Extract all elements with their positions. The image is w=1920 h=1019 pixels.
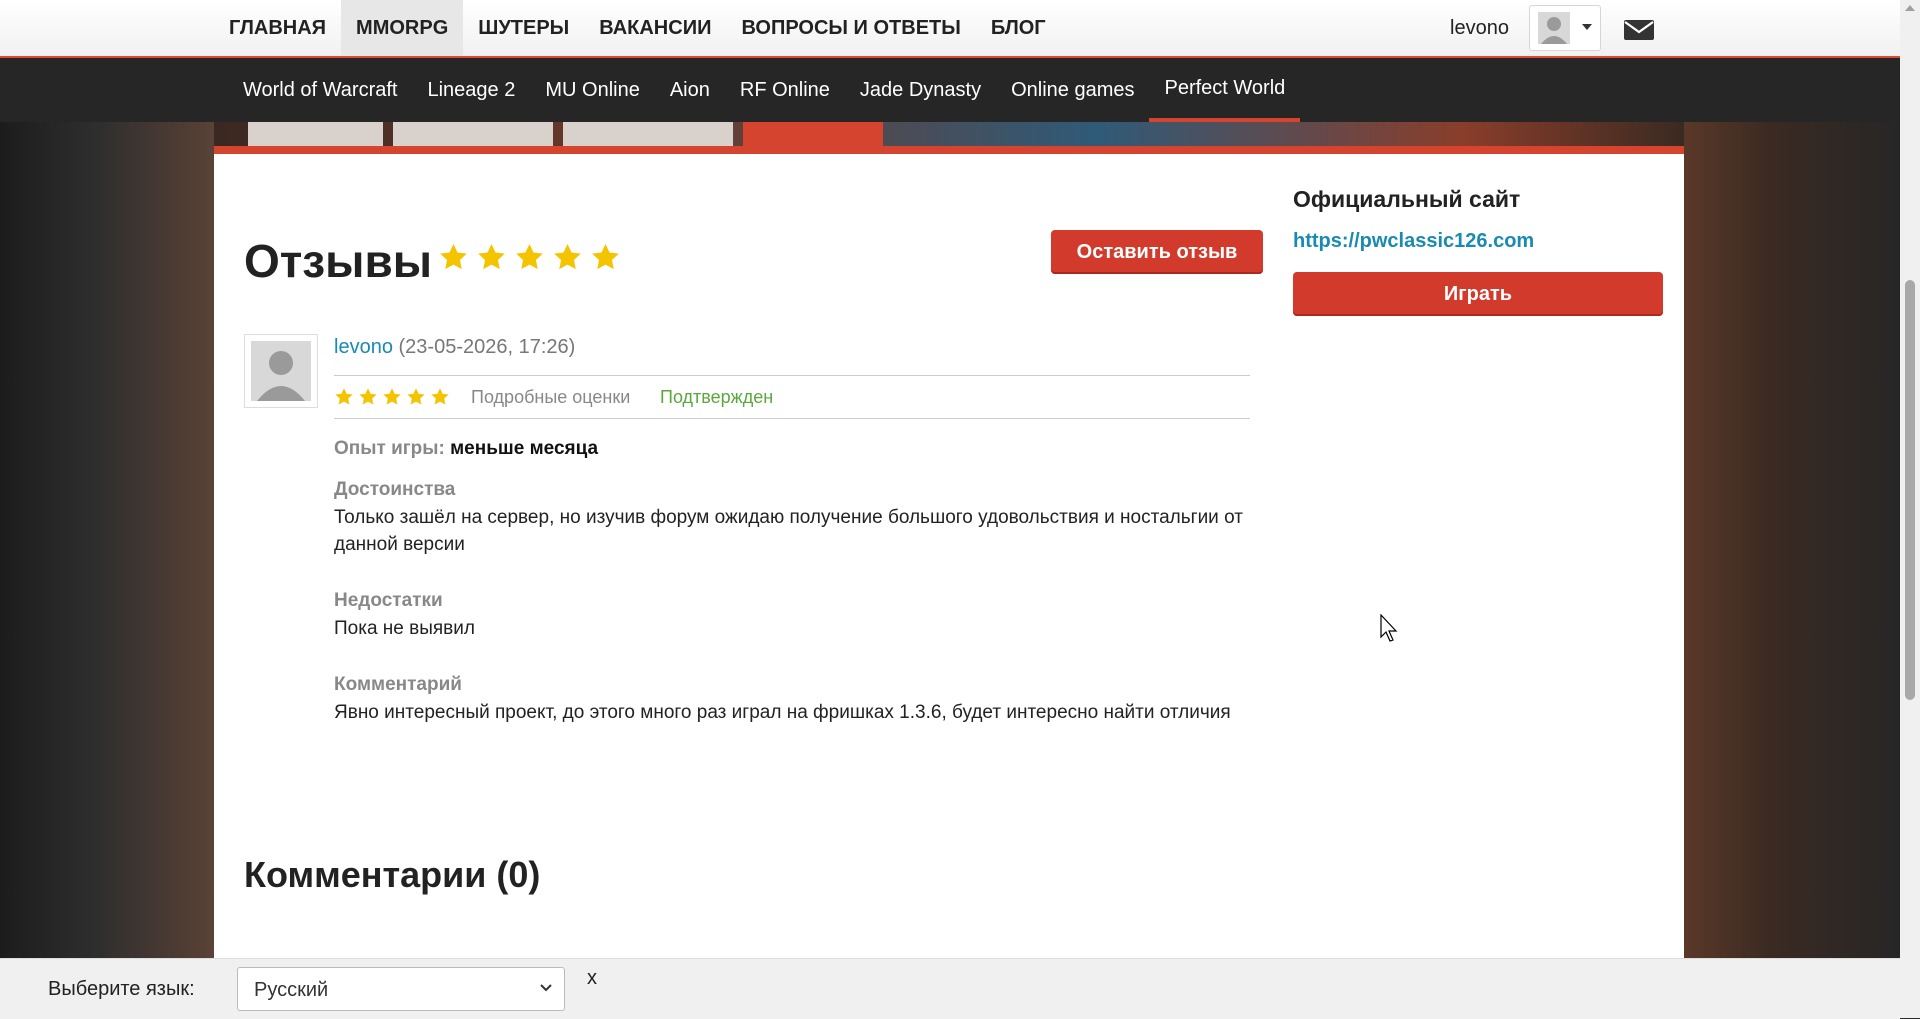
top-navigation-bar: ГЛАВНАЯ MMORPG ШУТЕРЫ ВАКАНСИИ ВОПРОСЫ И… bbox=[0, 0, 1900, 58]
background-art-left bbox=[0, 0, 214, 1018]
cons-text: Пока не выявил bbox=[334, 618, 475, 639]
close-language-bar-button[interactable]: x bbox=[587, 967, 597, 990]
language-selected-value: Русский bbox=[254, 979, 329, 1001]
subnav-item-lineage2[interactable]: Lineage 2 bbox=[412, 58, 530, 122]
nav-item-qa[interactable]: ВОПРОСЫ И ОТВЕТЫ bbox=[726, 0, 975, 56]
subnav-item-mu-online[interactable]: MU Online bbox=[530, 58, 654, 122]
reviewer-avatar[interactable] bbox=[244, 334, 318, 408]
overall-rating bbox=[438, 242, 621, 273]
reviewer-name-link[interactable]: levono bbox=[334, 336, 393, 358]
username-label[interactable]: levono bbox=[1450, 17, 1509, 40]
chevron-down-icon bbox=[1582, 24, 1592, 30]
star-icon bbox=[335, 388, 353, 405]
comment-text: Явно интересный проект, до этого много р… bbox=[334, 702, 1231, 723]
language-bar: Выберите язык: Русский x bbox=[0, 958, 1900, 1019]
user-menu-button[interactable] bbox=[1529, 5, 1601, 51]
comments-heading: Комментарии (0) bbox=[244, 854, 541, 895]
nav-item-vacancies[interactable]: ВАКАНСИИ bbox=[584, 0, 726, 56]
main-content: Отзывы Оставить отзыв levono (23-05-2026… bbox=[214, 154, 1684, 958]
banner-divider bbox=[214, 146, 1684, 154]
nav-item-home[interactable]: ГЛАВНАЯ bbox=[214, 0, 341, 56]
official-site-heading: Официальный сайт bbox=[1293, 186, 1521, 212]
page-title: Отзывы bbox=[244, 235, 433, 287]
star-icon bbox=[383, 388, 401, 405]
official-site-link[interactable]: https://pwclassic126.com bbox=[1293, 230, 1534, 253]
subnav-item-wow[interactable]: World of Warcraft bbox=[228, 58, 412, 122]
star-icon bbox=[478, 243, 505, 270]
experience-line: Опыт игры: меньше месяца bbox=[334, 438, 598, 460]
star-icon bbox=[440, 243, 467, 270]
status-badge: Подтвержден bbox=[660, 387, 774, 407]
star-icon bbox=[359, 388, 377, 405]
chevron-down-icon bbox=[540, 984, 552, 992]
mouse-cursor-icon bbox=[1380, 614, 1398, 642]
divider bbox=[334, 375, 1250, 376]
star-icon bbox=[407, 388, 425, 405]
pros-text: Только зашёл на сервер, но изучив форум … bbox=[334, 507, 1243, 555]
subnav-item-rf-online[interactable]: RF Online bbox=[725, 58, 845, 122]
review-rating bbox=[334, 387, 450, 407]
game-navigation-bar: World of Warcraft Lineage 2 MU Online Ai… bbox=[0, 58, 1900, 122]
review-date: (23-05-2026, 17:26) bbox=[398, 336, 576, 358]
experience-label: Опыт игры: bbox=[334, 438, 445, 459]
leave-review-button[interactable]: Оставить отзыв bbox=[1051, 230, 1263, 274]
detailed-ratings-link[interactable]: Подробные оценки bbox=[471, 387, 630, 408]
star-icon bbox=[516, 243, 543, 270]
language-label: Выберите язык: bbox=[48, 978, 195, 1000]
nav-item-shooters[interactable]: ШУТЕРЫ bbox=[463, 0, 584, 56]
star-icon bbox=[592, 243, 619, 270]
star-icon bbox=[554, 243, 581, 270]
star-icon bbox=[431, 388, 449, 405]
user-avatar-icon bbox=[251, 341, 311, 401]
pros-label: Достоинства bbox=[334, 479, 456, 500]
language-select[interactable]: Русский bbox=[237, 967, 565, 1011]
review-header: levono (23-05-2026, 17:26) bbox=[334, 336, 575, 359]
background-art-right bbox=[1684, 0, 1902, 1018]
comment-label: Комментарий bbox=[334, 674, 462, 695]
main-menu: ГЛАВНАЯ MMORPG ШУТЕРЫ ВАКАНСИИ ВОПРОСЫ И… bbox=[214, 0, 1061, 56]
scrollbar-thumb[interactable] bbox=[1905, 280, 1915, 700]
scroll-up-icon[interactable] bbox=[1905, 5, 1915, 11]
nav-item-blog[interactable]: БЛОГ bbox=[976, 0, 1061, 56]
subnav-item-aion[interactable]: Aion bbox=[655, 58, 725, 122]
cons-label: Недостатки bbox=[334, 590, 443, 611]
subnav-item-jade-dynasty[interactable]: Jade Dynasty bbox=[845, 58, 996, 122]
subnav-item-perfect-world[interactable]: Perfect World bbox=[1149, 58, 1301, 122]
play-button[interactable]: Играть bbox=[1293, 272, 1663, 316]
nav-item-mmorpg[interactable]: MMORPG bbox=[341, 0, 464, 56]
envelope-icon[interactable] bbox=[1624, 20, 1654, 40]
experience-value: меньше месяца bbox=[450, 438, 599, 459]
page-scrollbar[interactable] bbox=[1900, 0, 1920, 1018]
subnav-item-online-games[interactable]: Online games bbox=[996, 58, 1149, 122]
user-avatar-icon bbox=[1538, 12, 1570, 44]
divider bbox=[334, 418, 1250, 419]
